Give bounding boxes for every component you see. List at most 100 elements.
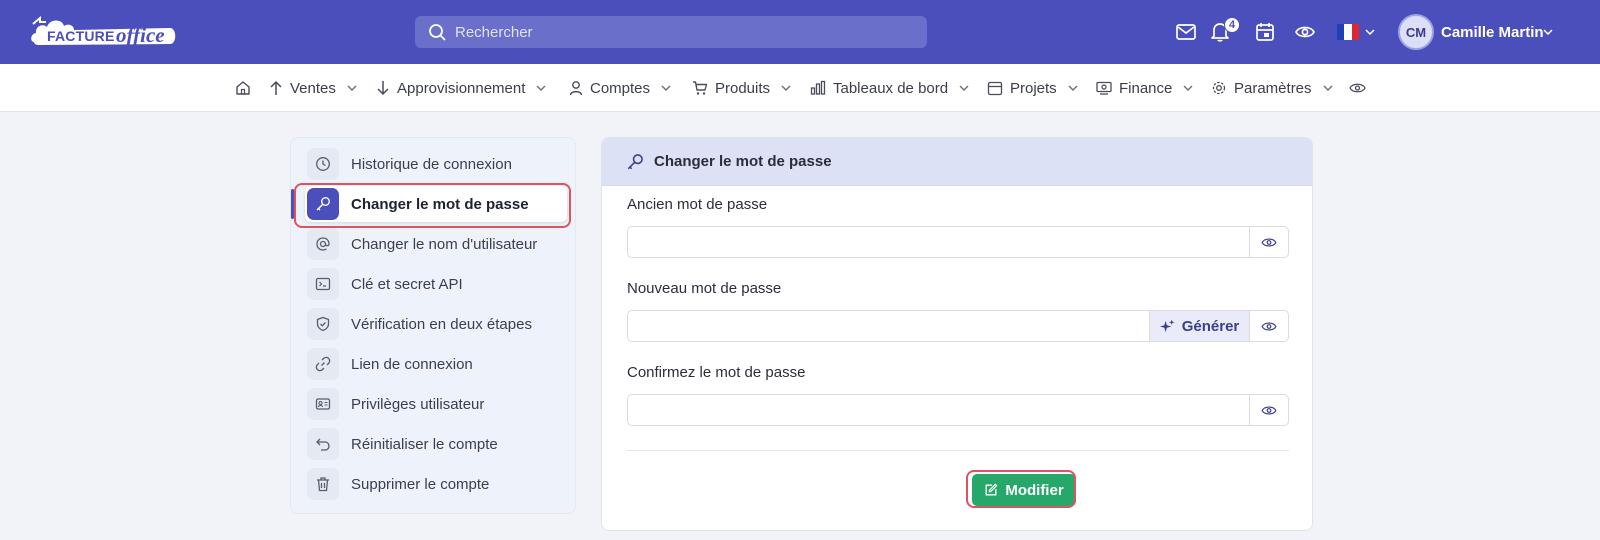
top-bar: FACTURE office 4 CM Camille Martin (0, 0, 1600, 64)
toggle-visibility-button[interactable] (1249, 311, 1288, 341)
chevron-down-icon (1068, 85, 1078, 91)
calendar-icon (987, 81, 1003, 96)
eye-icon (1349, 83, 1366, 93)
sidebar-item-verification-deux-etapes[interactable]: Vérification en deux étapes (305, 306, 567, 342)
sparkle-icon (1159, 318, 1175, 332)
notification-count-badge: 4 (1224, 17, 1240, 33)
nav-label: Finance (1119, 79, 1173, 97)
eye-icon (1261, 405, 1277, 415)
chevron-down-icon (347, 85, 357, 91)
old-password-field (627, 226, 1289, 258)
gear-icon (1212, 81, 1226, 95)
nav-label: Projets (1010, 79, 1057, 97)
nav-eye-toggle[interactable] (1349, 64, 1366, 112)
generate-label: Générer (1181, 317, 1240, 335)
key-icon (627, 153, 643, 169)
chevron-down-icon (959, 85, 969, 91)
new-password-field: Générer (627, 310, 1289, 342)
sidebar-item-label: Clé et secret API (351, 275, 463, 293)
language-flag-fr[interactable] (1337, 24, 1359, 40)
undo-icon (307, 428, 339, 460)
money-icon (1096, 81, 1112, 95)
search-input[interactable] (455, 16, 915, 48)
clock-icon (307, 148, 339, 180)
change-password-card: Changer le mot de passe Ancien mot de pa… (601, 137, 1313, 531)
divider (627, 450, 1289, 451)
sidebar-item-label: Supprimer le compte (351, 475, 490, 493)
nav-parametres[interactable]: Paramètres (1211, 64, 1333, 112)
mail-icon[interactable] (1174, 20, 1198, 44)
sidebar-item-lien-connexion[interactable]: Lien de connexion (305, 346, 567, 382)
user-name[interactable]: Camille Martin (1441, 24, 1544, 41)
logo-text-facture: FACTURE (47, 28, 115, 44)
confirm-password-input[interactable] (628, 395, 1249, 425)
home-icon (236, 81, 250, 95)
nav-produits[interactable]: Produits (692, 64, 791, 112)
sidebar-item-label: Privilèges utilisateur (351, 395, 485, 413)
sidebar-item-label: Réinitialiser le compte (351, 435, 498, 453)
nav-label: Tableaux de bord (833, 79, 949, 97)
new-password-input[interactable] (628, 311, 1149, 341)
facture-office-logo[interactable]: FACTURE office (30, 14, 180, 50)
toggle-visibility-button[interactable] (1249, 395, 1288, 425)
nav-ventes[interactable]: Ventes (269, 64, 357, 112)
chevron-down-icon (1323, 85, 1333, 91)
arrow-up-icon (270, 80, 282, 95)
card-header: Changer le mot de passe (602, 138, 1312, 186)
chevron-down-icon (536, 85, 546, 91)
arrow-down-icon (377, 81, 389, 96)
old-password-label: Ancien mot de passe (627, 196, 768, 213)
cart-icon (693, 81, 708, 95)
sidebar-item-label: Changer le nom d'utilisateur (351, 235, 538, 253)
highlight-box-sidebar (294, 183, 571, 228)
eye-icon (1261, 237, 1277, 247)
sidebar-item-cle-api[interactable]: Clé et secret API (305, 266, 567, 302)
nav-comptes[interactable]: Comptes (569, 64, 671, 112)
nav-approvisionnement[interactable]: Approvisionnement (376, 64, 546, 112)
sidebar-item-label: Vérification en deux étapes (351, 315, 532, 333)
new-password-label: Nouveau mot de passe (627, 280, 782, 297)
old-password-input[interactable] (628, 227, 1249, 257)
trash-icon (307, 468, 339, 500)
nav-label: Ventes (290, 79, 336, 97)
logo-text-office: office (116, 23, 165, 47)
id-card-icon (307, 388, 339, 420)
sidebar-item-privileges[interactable]: Privilèges utilisateur (305, 386, 567, 422)
eye-icon (1261, 321, 1277, 331)
nav-label: Comptes (590, 79, 651, 97)
avatar[interactable]: CM (1398, 14, 1434, 50)
nav-label: Produits (715, 79, 771, 97)
sidebar-item-historique[interactable]: Historique de connexion (305, 146, 567, 182)
sidebar-item-changer-nom-utilisateur[interactable]: Changer le nom d'utilisateur (305, 226, 567, 262)
card-title: Changer le mot de passe (654, 153, 832, 170)
nav-home[interactable] (235, 64, 251, 112)
chevron-down-icon (661, 85, 671, 91)
nav-projets[interactable]: Projets (987, 64, 1078, 112)
main-nav: Ventes Approvisionnement Comptes Produit… (0, 64, 1600, 112)
shield-icon (307, 308, 339, 340)
terminal-icon (307, 268, 339, 300)
nav-label: Approvisionnement (397, 79, 526, 97)
search-icon (429, 24, 446, 41)
chevron-down-icon (1183, 85, 1193, 91)
nav-label: Paramètres (1234, 79, 1312, 97)
eye-icon[interactable] (1293, 20, 1317, 44)
confirm-password-label: Confirmez le mot de passe (627, 364, 806, 381)
sidebar-item-supprimer[interactable]: Supprimer le compte (305, 466, 567, 502)
sidebar-item-reinitialiser[interactable]: Réinitialiser le compte (305, 426, 567, 462)
highlight-box-modifier (966, 470, 1076, 508)
generate-button[interactable]: Générer (1149, 311, 1249, 341)
chevron-down-icon[interactable] (1362, 20, 1378, 44)
chevron-down-icon (781, 85, 791, 91)
bar-chart-icon (810, 80, 826, 95)
confirm-password-field (627, 394, 1289, 426)
chevron-down-icon[interactable] (1540, 20, 1556, 44)
sidebar-item-label: Historique de connexion (351, 155, 512, 173)
at-icon (307, 228, 339, 260)
nav-finance[interactable]: Finance (1096, 64, 1193, 112)
toggle-visibility-button[interactable] (1249, 227, 1288, 257)
search-bar[interactable] (415, 16, 927, 48)
link-icon (307, 348, 339, 380)
calendar-icon[interactable] (1253, 20, 1277, 44)
nav-tableaux-de-bord[interactable]: Tableaux de bord (810, 64, 969, 112)
